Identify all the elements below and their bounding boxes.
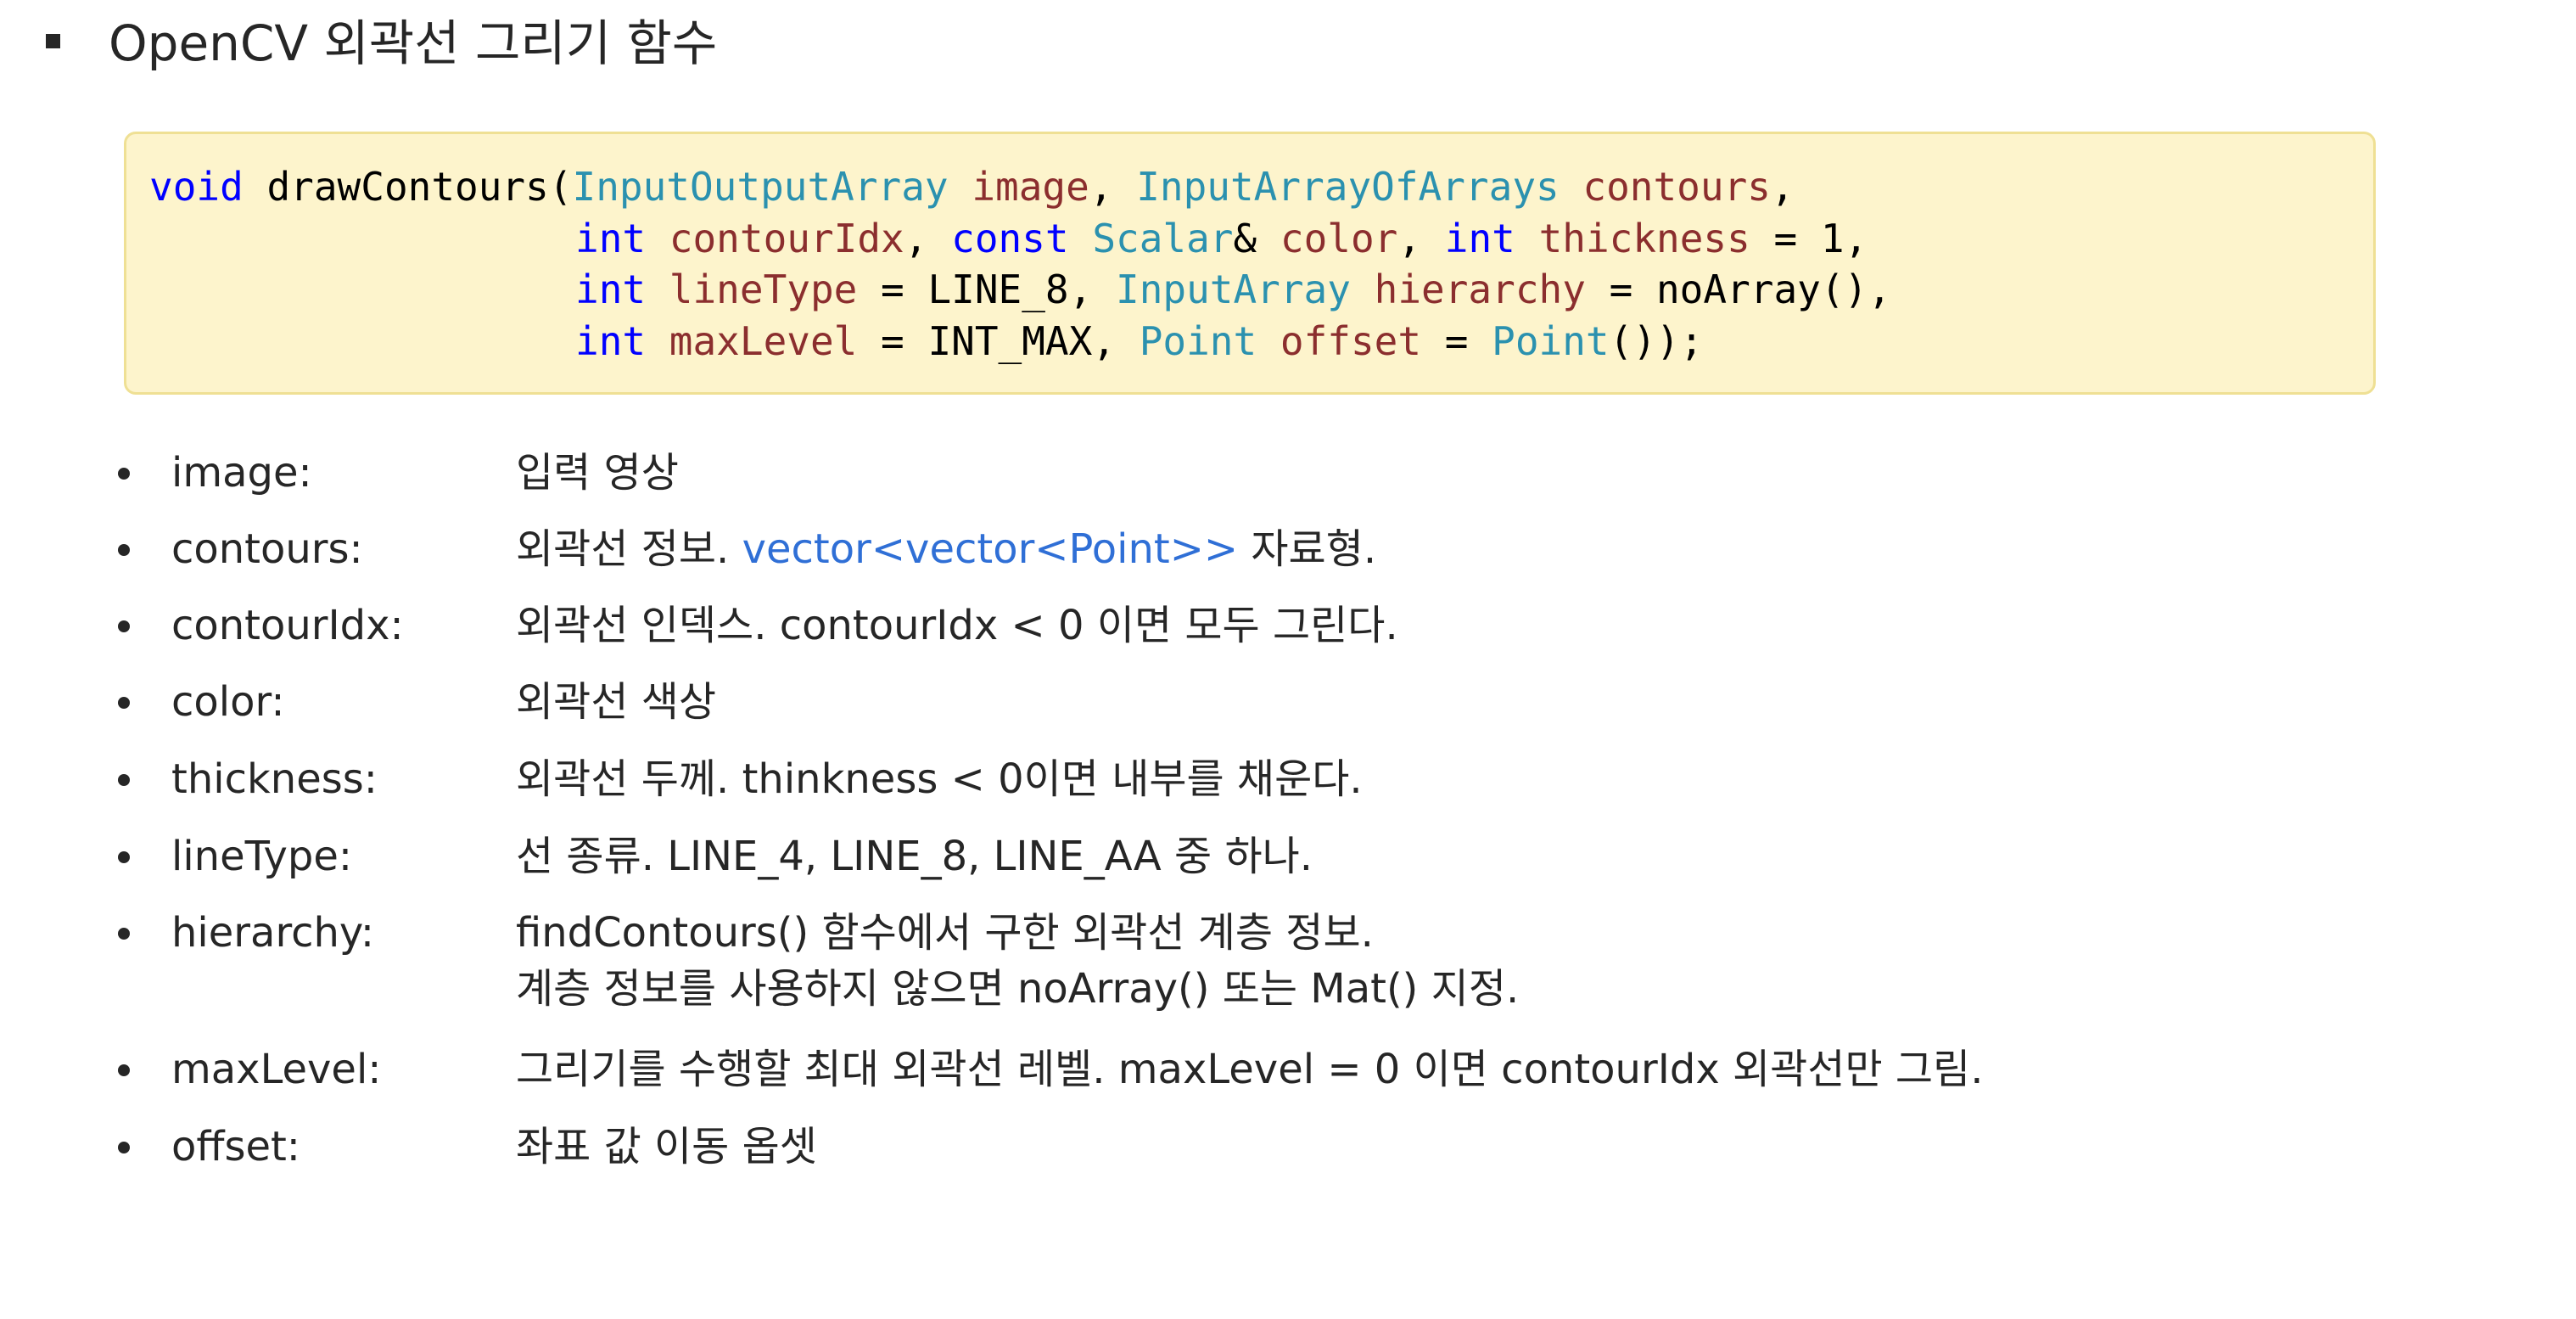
code-text: = 1, xyxy=(1750,216,1868,261)
param-item-hierarchy: hierarchy: findContours() 함수에서 구한 외곽선 계층… xyxy=(0,907,2576,1014)
param-description: 외곽선 정보. vector<vector<Point>> 자료형. xyxy=(516,524,1376,575)
param-description: findContours() 함수에서 구한 외곽선 계층 정보. xyxy=(516,909,1374,957)
code-keyword: int xyxy=(575,267,647,312)
code-line: int maxLevel = INT_MAX, Point offset = P… xyxy=(575,316,1703,367)
param-description: 그리기를 수행할 최대 외곽선 레벨. maxLevel = 0 이면 cont… xyxy=(516,1046,1984,1093)
bullet-icon xyxy=(118,1142,130,1153)
code-keyword: int xyxy=(575,318,647,364)
code-text: = LINE_8, xyxy=(857,267,1116,312)
param-name: lineType: xyxy=(171,833,353,880)
code-identifier: contourIdx xyxy=(669,216,904,261)
title-square-bullet-icon xyxy=(46,34,60,48)
code-type: Point xyxy=(1139,318,1257,364)
code-line: void drawContours(InputOutputArray image… xyxy=(149,161,1795,212)
code-text: = INT_MAX, xyxy=(857,318,1140,364)
bullet-icon xyxy=(118,544,130,556)
param-description-line-2: 계층 정보를 사용하지 않으면 noArray() 또는 Mat() 지정. xyxy=(516,965,1520,1013)
param-item-maxlevel: maxLevel: 그리기를 수행할 최대 외곽선 레벨. maxLevel =… xyxy=(0,1044,2576,1095)
slide-title: OpenCV 외곽선 그리기 함수 xyxy=(109,14,718,72)
bullet-icon xyxy=(118,851,130,863)
code-text: , xyxy=(1397,216,1445,261)
code-type: Scalar xyxy=(1092,216,1234,261)
code-identifier: contours xyxy=(1582,164,1771,210)
code-type: Point xyxy=(1492,318,1610,364)
code-identifier: offset xyxy=(1280,318,1422,364)
param-name: offset: xyxy=(171,1123,300,1170)
code-type: InputArrayOfArrays xyxy=(1136,164,1560,210)
param-name: contourIdx: xyxy=(171,602,404,649)
param-name: contours: xyxy=(171,525,363,573)
bullet-icon xyxy=(118,928,130,940)
slide: OpenCV 외곽선 그리기 함수 void drawContours(Inpu… xyxy=(0,0,2576,1319)
param-name: thickness: xyxy=(171,755,378,803)
bullet-icon xyxy=(118,1064,130,1076)
code-line: int contourIdx, const Scalar& color, int… xyxy=(575,213,1868,264)
param-description: 외곽선 두께. thinkness < 0이면 내부를 채운다. xyxy=(516,755,1363,803)
code-text: , xyxy=(1770,164,1795,210)
code-keyword: int xyxy=(1444,216,1515,261)
code-identifier: maxLevel xyxy=(669,318,858,364)
code-text: & xyxy=(1233,216,1280,261)
param-name: maxLevel: xyxy=(171,1046,382,1093)
param-name: image: xyxy=(171,449,312,497)
param-description-text: 외곽선 정보. xyxy=(516,525,742,573)
code-identifier: image xyxy=(972,164,1089,210)
code-text: , xyxy=(1089,164,1137,210)
param-description: 좌표 값 이동 옵셋 xyxy=(516,1123,817,1170)
code-keyword: const xyxy=(951,216,1069,261)
param-name: hierarchy: xyxy=(171,909,375,957)
code-text: drawContours( xyxy=(243,164,573,210)
code-line: int lineType = LINE_8, InputArray hierar… xyxy=(575,264,1891,315)
code-identifier: color xyxy=(1280,216,1398,261)
param-item-thickness: thickness: 외곽선 두께. thinkness < 0이면 내부를 채… xyxy=(0,754,2576,805)
code-keyword: void xyxy=(149,164,244,210)
bullet-icon xyxy=(118,620,130,632)
code-keyword: int xyxy=(575,216,647,261)
code-text: ()); xyxy=(1609,318,1704,364)
param-description: 입력 영상 xyxy=(516,449,679,497)
code-text: , xyxy=(904,216,952,261)
bullet-icon xyxy=(118,774,130,786)
bullet-icon xyxy=(118,697,130,709)
param-name: color: xyxy=(171,678,285,726)
code-text: = noArray(), xyxy=(1585,267,1891,312)
param-item-linetype: lineType: 선 종류. LINE_4, LINE_8, LINE_AA … xyxy=(0,831,2576,882)
param-item-contouridx: contourIdx: 외곽선 인덱스. contourIdx < 0 이면 모… xyxy=(0,600,2576,651)
param-item-contours: contours: 외곽선 정보. vector<vector<Point>> … xyxy=(0,524,2576,575)
param-description: 외곽선 인덱스. contourIdx < 0 이면 모두 그린다. xyxy=(516,602,1398,649)
code-identifier: thickness xyxy=(1538,216,1750,261)
code-type: InputOutputArray xyxy=(572,164,949,210)
param-item-offset: offset: 좌표 값 이동 옵셋 xyxy=(0,1121,2576,1172)
param-item-color: color: 외곽선 색상 xyxy=(0,676,2576,727)
code-type: InputArray xyxy=(1116,267,1351,312)
code-text: = xyxy=(1421,318,1492,364)
param-item-image: image: 입력 영상 xyxy=(0,447,2576,498)
code-identifier: lineType xyxy=(669,267,858,312)
param-description: 선 종류. LINE_4, LINE_8, LINE_AA 중 하나. xyxy=(516,833,1313,880)
param-description-text: 자료형. xyxy=(1238,525,1377,573)
bullet-icon xyxy=(118,468,130,480)
param-type-highlight: vector<vector<Point>> xyxy=(742,525,1239,573)
code-identifier: hierarchy xyxy=(1374,267,1586,312)
param-description: 외곽선 색상 xyxy=(516,678,717,726)
